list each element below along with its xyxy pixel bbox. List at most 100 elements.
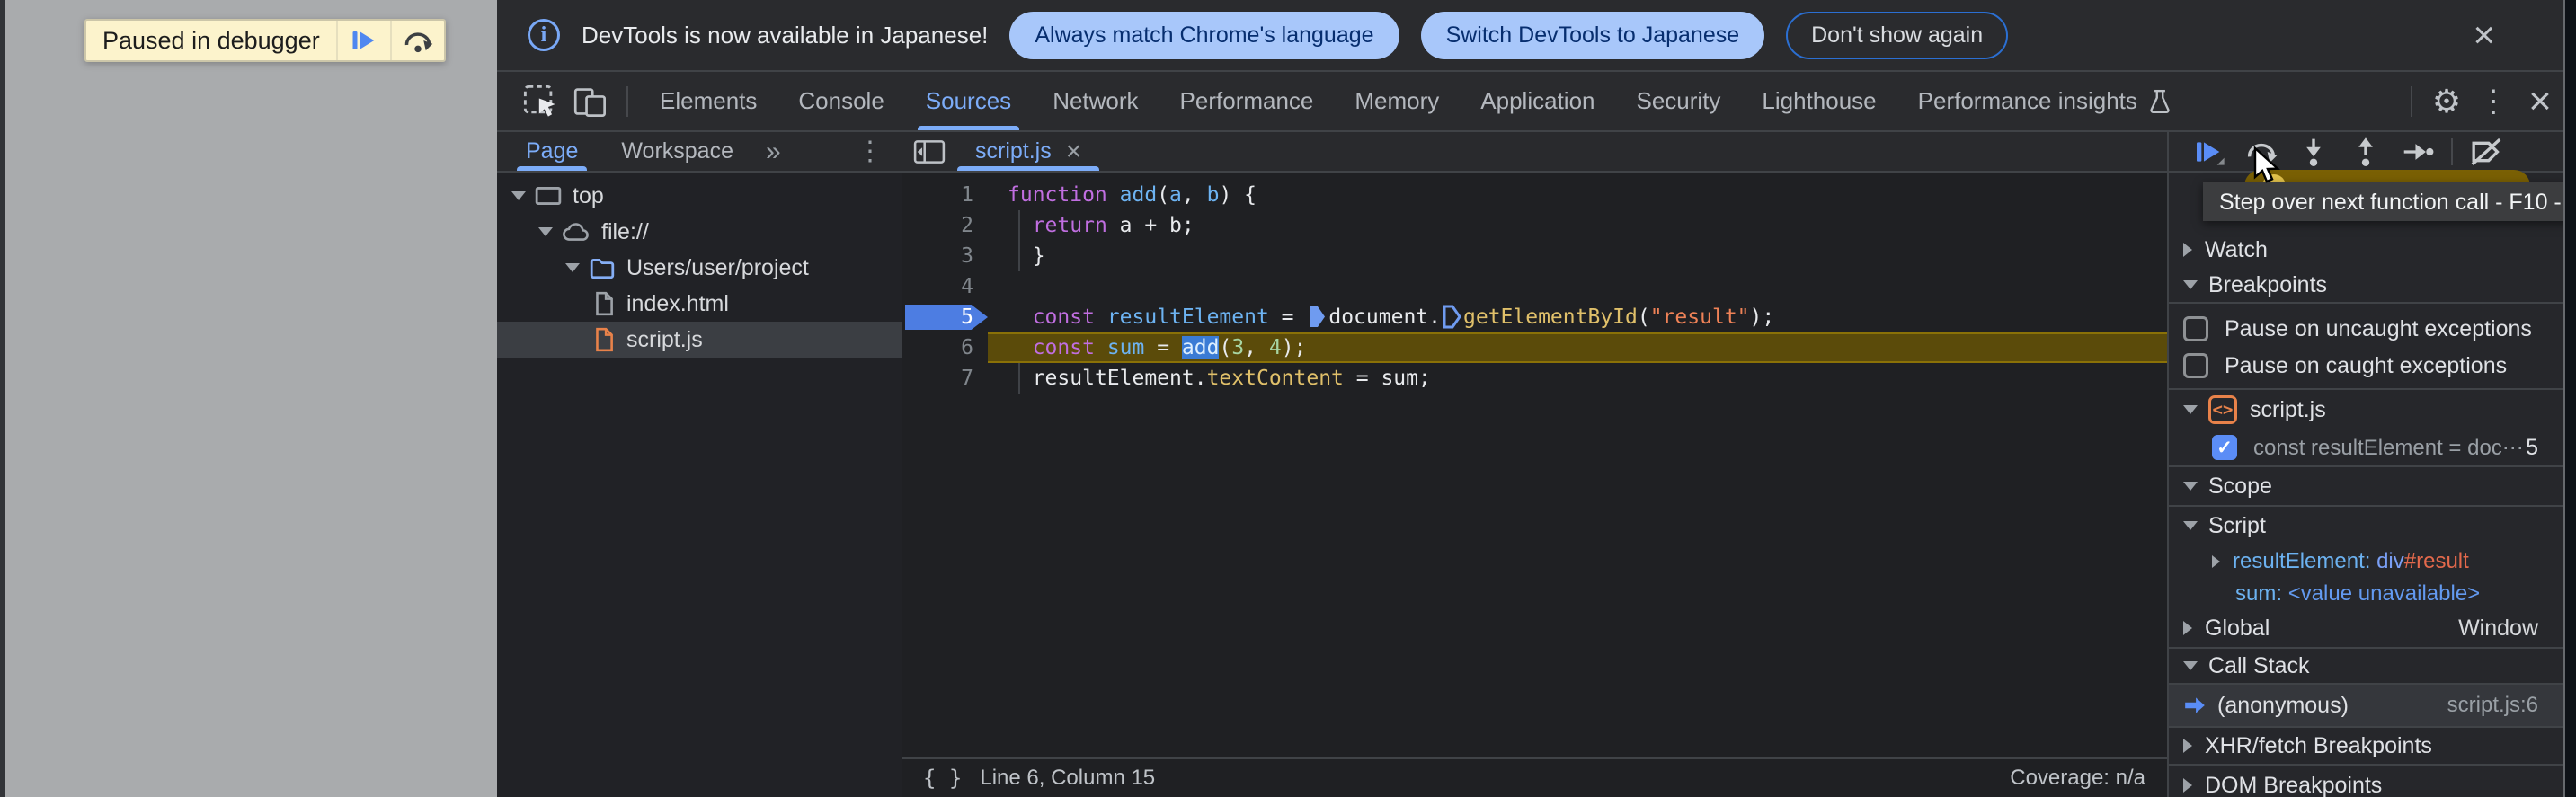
code-line-text[interactable]: resultElement.textContent = sum;: [988, 363, 2167, 394]
paused-banner-label: Paused in debugger: [102, 26, 320, 54]
line-number-gutter[interactable]: 1: [902, 180, 988, 210]
scope-var-resultelement[interactable]: resultElement: div #result: [2169, 545, 2576, 579]
always-match-language-button[interactable]: Always match Chrome's language: [1009, 11, 1399, 59]
breakpoint-line-gutter[interactable]: 5: [902, 302, 988, 332]
step-out-button[interactable]: [2340, 131, 2392, 172]
debugger-sidebar: Step over next function call - F10 - ⌘ '…: [2169, 132, 2576, 797]
switch-to-japanese-button[interactable]: Switch DevTools to Japanese: [1420, 11, 1765, 59]
section-breakpoints[interactable]: Breakpoints: [2169, 268, 2576, 304]
breakpoint-line-number: 5: [2526, 434, 2538, 460]
tab-label: Lighthouse: [1762, 87, 1877, 114]
editor-statusbar: { } Line 6, Column 15 Coverage: n/a: [902, 757, 2167, 797]
chevron-down-icon[interactable]: [511, 191, 526, 200]
resume-button[interactable]: [2183, 131, 2235, 172]
breakpoint-entry-row[interactable]: ✓ const resultElement = doc⋯ 5: [2169, 429, 2576, 465]
close-tab-icon[interactable]: ×: [1066, 137, 1082, 165]
scope-script-row[interactable]: Script: [2169, 507, 2576, 545]
code-line-text[interactable]: const resultElement = document. getElemen…: [988, 302, 2167, 332]
more-options-icon[interactable]: ⋮: [2470, 84, 2517, 120]
breakpoint-checkbox[interactable]: ✓: [2212, 435, 2237, 460]
tab-page[interactable]: Page: [517, 132, 588, 171]
pause-uncaught-row[interactable]: Pause on uncaught exceptions: [2169, 309, 2576, 349]
tab-workspace[interactable]: Workspace: [612, 132, 742, 171]
main-tab-performance[interactable]: Performance: [1159, 72, 1335, 130]
pause-caught-row[interactable]: Pause on caught exceptions: [2169, 349, 2576, 383]
banner-step-over-button[interactable]: [392, 21, 444, 60]
call-stack-frame-row[interactable]: (anonymous) script.js:6: [2169, 685, 2576, 726]
pause-uncaught-checkbox[interactable]: [2183, 316, 2208, 341]
main-tab-application[interactable]: Application: [1460, 72, 1615, 130]
more-tabs-icon[interactable]: »: [766, 132, 781, 171]
code-token: =: [1268, 306, 1307, 329]
code-line-text[interactable]: function add(a, b) {: [988, 180, 2167, 210]
code-token: (: [1219, 336, 1232, 359]
line-number-gutter[interactable]: 6: [902, 332, 988, 363]
editor-pane: script.js × 1 function add(a, b) {2 retur…: [902, 132, 2169, 797]
code-line-text[interactable]: }: [988, 241, 2167, 271]
line-number: 5: [961, 306, 973, 329]
tab-label: Sources: [925, 87, 1012, 114]
inspect-icon[interactable]: [515, 72, 565, 130]
main-tab-memory[interactable]: Memory: [1334, 72, 1460, 130]
scope-label: Scope: [2208, 473, 2272, 499]
chevron-right-icon: [2212, 555, 2220, 568]
main-tab-elements[interactable]: Elements: [639, 72, 777, 130]
tree-item-script-js[interactable]: script.js: [497, 322, 902, 358]
tree-item-index-html[interactable]: index.html: [497, 286, 902, 322]
tree-item-users-user-project[interactable]: Users/user/project: [497, 250, 902, 286]
line-number-gutter[interactable]: 4: [902, 271, 988, 302]
close-devtools-icon[interactable]: ×: [2517, 81, 2563, 121]
line-number-gutter[interactable]: 3: [902, 241, 988, 271]
step-button[interactable]: [2392, 131, 2444, 172]
line-number: 3: [961, 244, 973, 268]
code-line-text[interactable]: const sum = add(3, 4);: [988, 332, 2167, 363]
code-editor[interactable]: 1 function add(a, b) {2 return a + b; 3 } 4…: [902, 173, 2167, 757]
code-line-text[interactable]: return a + b;: [988, 210, 2167, 241]
inline-breakpoint-icon[interactable]: [1306, 306, 1328, 329]
tree-item-top[interactable]: top: [497, 178, 902, 214]
section-dom-breakpoints[interactable]: DOM Breakpoints: [2169, 764, 2576, 797]
navigator-more-icon[interactable]: ⋮: [839, 132, 902, 171]
main-tab-console[interactable]: Console: [777, 72, 904, 130]
line-number-gutter[interactable]: 2: [902, 210, 988, 241]
main-tab-security[interactable]: Security: [1616, 72, 1742, 130]
chevron-down-icon[interactable]: [538, 227, 553, 236]
section-xhr-breakpoints[interactable]: XHR/fetch Breakpoints: [2169, 726, 2576, 764]
breakpoint-file-row[interactable]: <> script.js: [2169, 388, 2576, 429]
section-watch[interactable]: Watch: [2169, 232, 2576, 268]
line-number-gutter[interactable]: 7: [902, 363, 988, 394]
cursor-position: Line 6, Column 15: [980, 766, 1156, 790]
inline-breakpoint-icon[interactable]: [1441, 305, 1463, 329]
main-tab-performance-insights[interactable]: Performance insights: [1897, 72, 2192, 130]
coverage-status: Coverage: n/a: [2010, 766, 2145, 790]
pause-caught-checkbox[interactable]: [2183, 353, 2208, 378]
code-line-7: 7 resultElement.textContent = sum;: [902, 363, 2167, 394]
editor-tab-scriptjs[interactable]: script.js ×: [957, 132, 1100, 171]
code-token: a: [1169, 183, 1182, 207]
chevron-down-icon[interactable]: [565, 263, 580, 272]
dont-show-again-button[interactable]: Don't show again: [1786, 11, 2009, 59]
code-line-text[interactable]: [988, 271, 2167, 302]
main-tab-lighthouse[interactable]: Lighthouse: [1741, 72, 1896, 130]
step-into-button[interactable]: [2287, 131, 2340, 172]
pretty-print-icon[interactable]: { }: [923, 766, 962, 791]
main-tab-sources[interactable]: Sources: [905, 72, 1032, 130]
infobar-close-icon[interactable]: ×: [2473, 16, 2495, 54]
scope-var-sum[interactable]: sum: <value unavailable>: [2169, 579, 2576, 609]
main-tab-network[interactable]: Network: [1032, 72, 1159, 130]
settings-gear-icon[interactable]: ⚙: [2423, 83, 2470, 120]
banner-resume-button[interactable]: [338, 21, 390, 60]
toggle-device-toolbar-icon[interactable]: [565, 72, 616, 130]
hide-navigator-icon[interactable]: [902, 132, 957, 171]
section-scope[interactable]: Scope: [2169, 465, 2576, 507]
tree-item-file-[interactable]: file://: [497, 214, 902, 250]
panel-tabs: Elements Console Sources Network Performance…: [639, 72, 2192, 130]
scope-global-row[interactable]: Global Window: [2169, 609, 2576, 647]
deactivate-breakpoints-button[interactable]: [2460, 131, 2512, 172]
section-call-stack[interactable]: Call Stack: [2169, 647, 2576, 685]
code-token: );: [1281, 336, 1307, 359]
